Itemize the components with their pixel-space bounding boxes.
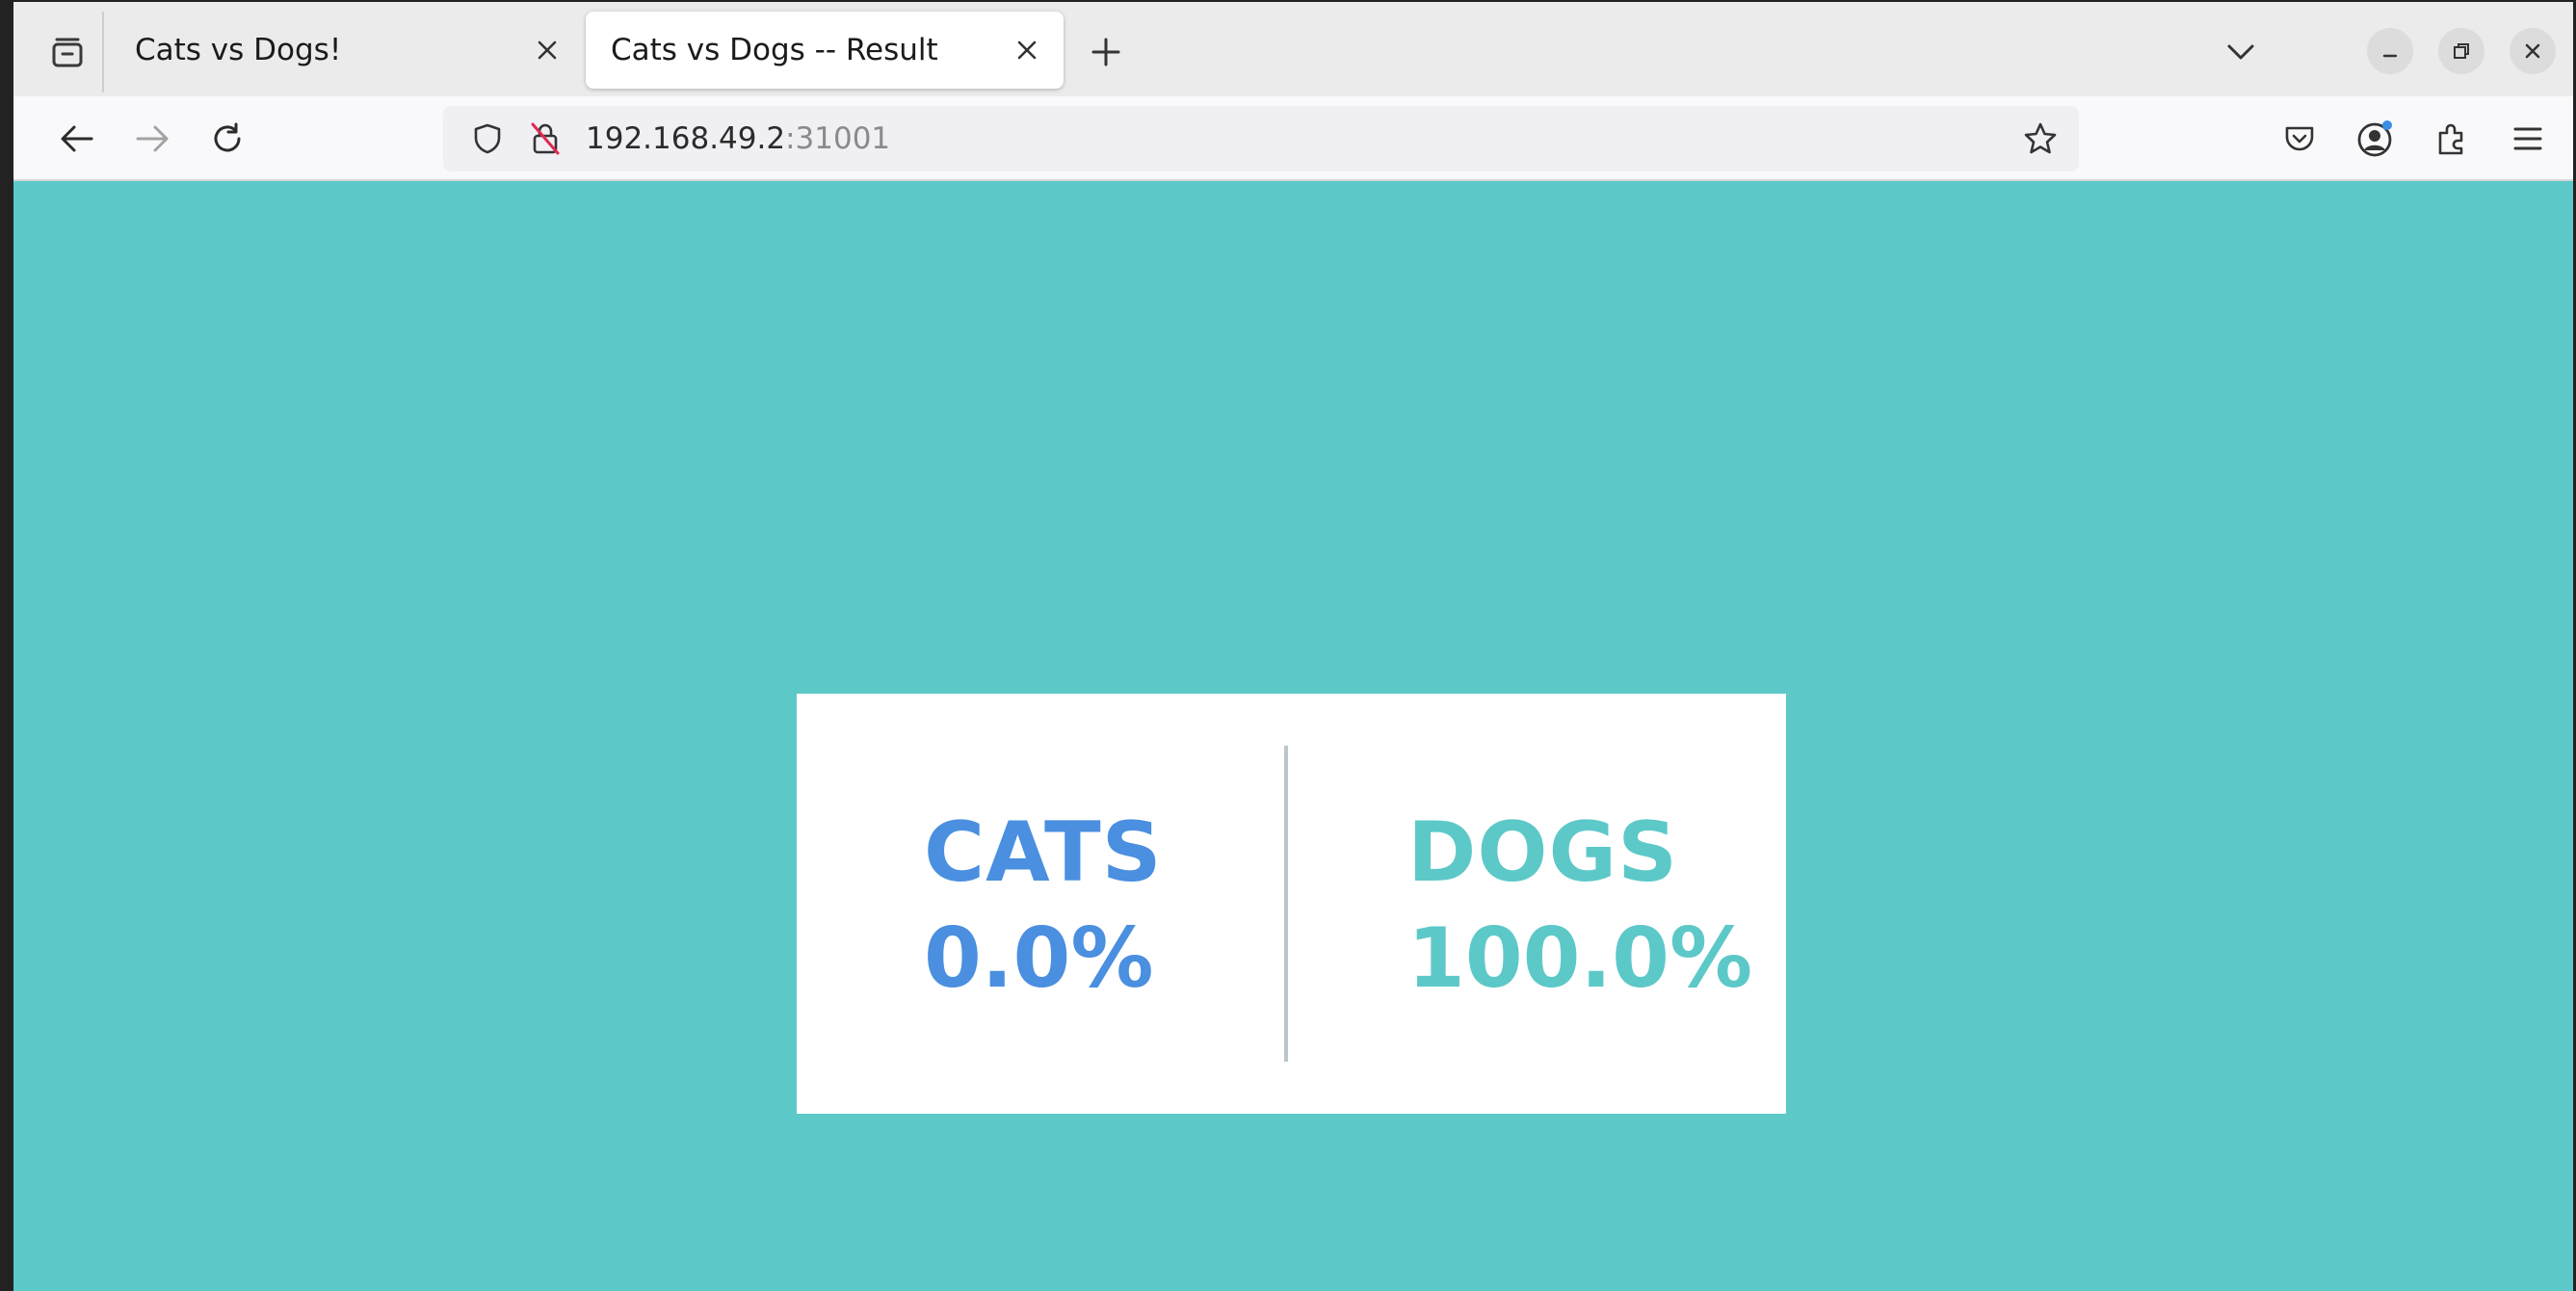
account-icon xyxy=(2357,120,2392,157)
cats-result: CATS 0.0% xyxy=(924,800,1163,1012)
cats-percent: 0.0% xyxy=(924,910,1154,1007)
list-all-tabs-button[interactable] xyxy=(2210,21,2272,83)
close-icon xyxy=(538,40,557,60)
plus-icon xyxy=(1091,38,1120,66)
tab-title: Cats vs Dogs! xyxy=(135,33,342,67)
new-tab-button[interactable] xyxy=(1077,23,1135,81)
arrow-right-icon xyxy=(136,125,169,152)
cats-label: CATS xyxy=(924,804,1163,901)
pocket-icon xyxy=(2285,126,2314,151)
close-icon xyxy=(2525,43,2540,59)
bookmark-button[interactable] xyxy=(2019,118,2062,160)
minimize-icon xyxy=(2382,54,2398,58)
back-button[interactable] xyxy=(46,108,108,170)
account-button[interactable] xyxy=(2347,110,2405,168)
url-bar[interactable]: 192.168.49.2:31001 xyxy=(443,106,2079,171)
tab-cats-vs-dogs-result[interactable]: Cats vs Dogs -- Result xyxy=(586,12,1064,89)
tab-separator xyxy=(102,12,104,92)
page-content: CATS 0.0% DOGS 100.0% xyxy=(13,181,2573,1291)
result-divider xyxy=(1284,746,1288,1062)
browser-window: Cats vs Dogs! Cats vs Dogs -- Result 192… xyxy=(13,2,2573,1291)
star-icon xyxy=(2024,122,2057,154)
dogs-label: DOGS xyxy=(1407,804,1679,901)
shield-icon[interactable] xyxy=(466,118,509,160)
tab-close-button[interactable] xyxy=(1006,29,1048,71)
url-host: 192.168.49.2 xyxy=(586,121,786,156)
tab-strip: Cats vs Dogs! Cats vs Dogs -- Result xyxy=(13,2,2573,96)
url-text[interactable]: 192.168.49.2:31001 xyxy=(586,106,890,171)
dogs-percent: 100.0% xyxy=(1407,910,1753,1007)
navigation-toolbar: 192.168.49.2:31001 xyxy=(13,96,2573,181)
restore-button[interactable] xyxy=(2438,28,2484,74)
app-menu-button[interactable] xyxy=(2499,110,2557,168)
forward-button[interactable] xyxy=(121,108,183,170)
reload-button[interactable] xyxy=(197,108,258,170)
restore-icon xyxy=(2454,43,2469,59)
tab-title: Cats vs Dogs -- Result xyxy=(611,33,938,67)
tab-close-button[interactable] xyxy=(526,29,568,71)
hamburger-menu-icon xyxy=(2513,127,2542,150)
chevron-down-icon xyxy=(2227,44,2254,60)
puzzle-icon xyxy=(2438,123,2463,155)
extensions-button[interactable] xyxy=(2423,110,2481,168)
tab-list-button[interactable] xyxy=(33,21,102,83)
minimize-button[interactable] xyxy=(2367,28,2413,74)
url-port: :31001 xyxy=(785,121,891,156)
insecure-lock-icon[interactable] xyxy=(524,118,566,160)
close-window-button[interactable] xyxy=(2510,28,2556,74)
close-icon xyxy=(1017,40,1037,60)
arrow-left-icon xyxy=(61,125,93,152)
dogs-result: DOGS 100.0% xyxy=(1407,800,1752,1012)
tab-list-icon xyxy=(52,38,83,67)
result-card: CATS 0.0% DOGS 100.0% xyxy=(797,694,1786,1114)
reload-icon xyxy=(214,122,241,152)
pocket-button[interactable] xyxy=(2271,110,2328,168)
tab-cats-vs-dogs[interactable]: Cats vs Dogs! xyxy=(110,12,584,89)
